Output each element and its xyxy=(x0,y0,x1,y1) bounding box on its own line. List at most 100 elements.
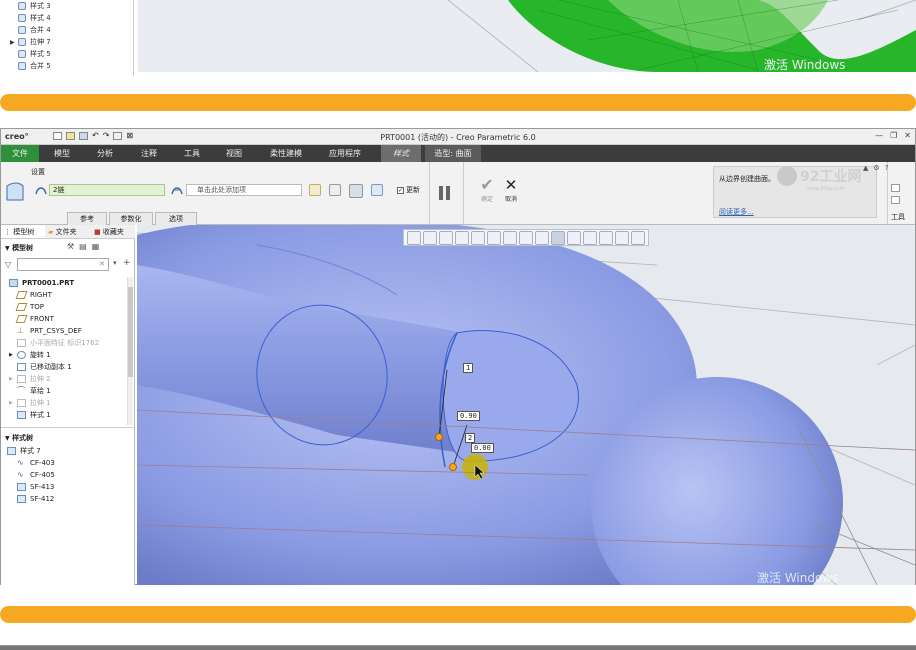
spin-center-icon[interactable] xyxy=(567,231,581,245)
dimension-label[interactable]: 0.90 xyxy=(457,411,480,421)
tree-item[interactable]: 样式 3 xyxy=(18,0,51,12)
view-manager-icon[interactable] xyxy=(519,231,533,245)
datum-display-icon[interactable] xyxy=(551,231,565,245)
dimension-label[interactable]: 0.00 xyxy=(471,443,494,453)
filter-icon[interactable]: ▽ xyxy=(5,260,11,269)
clear-icon[interactable]: ✕ xyxy=(99,260,105,268)
annotation-display-icon[interactable] xyxy=(583,231,597,245)
settings-icon[interactable]: ⚙ xyxy=(873,164,879,172)
extrude-icon xyxy=(16,399,26,407)
tree-item[interactable]: 样式 4 xyxy=(18,12,51,24)
tab-references[interactable]: 参考 xyxy=(67,212,107,225)
tree-search-input[interactable]: ✕ xyxy=(17,258,109,271)
tree-item[interactable]: FRONT xyxy=(15,313,54,325)
refit-icon[interactable] xyxy=(407,231,421,245)
tree-item-root[interactable]: PRT0001.PRT xyxy=(9,277,74,289)
tree-item[interactable]: ▶ 旋转 1 xyxy=(9,349,51,361)
tab-file[interactable]: 文件 xyxy=(1,145,39,162)
tree-item[interactable]: 已移动副本 1 xyxy=(17,361,72,373)
tab-flexible-modeling[interactable]: 柔性建模 xyxy=(257,145,315,162)
style-tree-item[interactable]: SF-412 xyxy=(17,493,54,505)
tree-item[interactable]: 合并 5 xyxy=(18,60,51,72)
tree-item[interactable]: ▶ 拉伸 7 xyxy=(10,36,51,48)
expand-ribbon-icon[interactable]: ▲ xyxy=(863,164,868,172)
section-icon[interactable] xyxy=(631,231,645,245)
cross-icon: ✕ xyxy=(504,176,518,194)
close-icon[interactable]: ✕ xyxy=(904,131,911,140)
ribbon-divider xyxy=(463,162,464,224)
tab-model-tree[interactable]: ⋮ 模型树 xyxy=(1,225,45,238)
tree-settings-icon[interactable]: ⚒ xyxy=(67,242,74,251)
ok-button[interactable]: ✔ 确定 xyxy=(475,176,499,204)
tab-annotate[interactable]: 注释 xyxy=(129,145,169,162)
tab-style-surface[interactable]: 造型: 曲面 xyxy=(425,145,481,162)
tree-item[interactable]: ▶ 拉伸 1 xyxy=(9,397,51,409)
tab-favorites[interactable]: ■ 收藏夹 xyxy=(91,225,135,238)
tab-model[interactable]: 模型 xyxy=(43,145,81,162)
tab-style[interactable]: 样式 xyxy=(381,145,421,162)
minimize-icon[interactable]: — xyxy=(875,131,883,140)
zoom-out-icon[interactable] xyxy=(439,231,453,245)
tool-icon[interactable] xyxy=(891,184,900,192)
dimension-label[interactable]: 2 xyxy=(465,433,476,443)
tool-icon[interactable] xyxy=(891,196,900,204)
tree-item[interactable]: 样式 1 xyxy=(17,409,51,421)
scrollbar-thumb[interactable] xyxy=(128,287,133,377)
view-normal-icon[interactable] xyxy=(471,231,485,245)
filter-view-icon[interactable] xyxy=(615,231,629,245)
show-icon[interactable]: ▤ xyxy=(79,242,87,251)
tab-options[interactable]: 选项 xyxy=(155,212,197,225)
tree-item[interactable]: RIGHT xyxy=(15,289,52,301)
ribbon-quick-icons: ▲ ⚙? xyxy=(863,164,888,172)
tree-scrollbar[interactable] xyxy=(127,277,133,425)
help-icon[interactable]: ? xyxy=(885,164,889,172)
columns-icon[interactable]: ▦ xyxy=(92,242,100,251)
style-tree-item[interactable]: SF-413 xyxy=(17,481,54,493)
repaint-icon[interactable] xyxy=(455,231,469,245)
expand-arrow-icon[interactable]: ▶ xyxy=(10,39,15,46)
surface-tool-icon[interactable] xyxy=(309,184,321,196)
tree-item[interactable]: 样式 5 xyxy=(18,48,51,60)
update-checkbox[interactable]: ✓ 更新 xyxy=(397,185,420,195)
grid-icon[interactable] xyxy=(599,231,613,245)
tree-item[interactable]: TOP xyxy=(15,301,44,313)
style-tree-item[interactable]: ∿ CF-403 xyxy=(17,457,55,469)
saved-views-icon[interactable] xyxy=(487,231,501,245)
style-tree-item[interactable]: ∿ CF-405 xyxy=(17,469,55,481)
previous-viewport[interactable]: 激活 Windows xyxy=(138,0,916,72)
preview-tool-icon[interactable] xyxy=(371,184,383,196)
curve-tool-icon[interactable] xyxy=(329,184,341,196)
expand-arrow-icon[interactable]: ▶ xyxy=(9,376,13,382)
tab-folder-browser[interactable]: ▰ 文件夹 xyxy=(45,225,91,238)
tab-analysis[interactable]: 分析 xyxy=(85,145,125,162)
cancel-button[interactable]: ✕ 取消 xyxy=(499,176,523,203)
tab-applications[interactable]: 应用程序 xyxy=(319,145,371,162)
read-more-link[interactable]: 阅读更多... xyxy=(719,207,754,217)
graphics-viewport[interactable]: 1 0.90 2 0.00 激活 Windows xyxy=(137,225,915,585)
zoom-in-icon[interactable] xyxy=(423,231,437,245)
tab-parametric[interactable]: 参数化 xyxy=(109,212,153,225)
add-item-field[interactable]: 单击此处添加项 xyxy=(186,184,302,196)
add-icon[interactable]: + xyxy=(123,258,131,268)
maximize-icon[interactable]: ❐ xyxy=(890,131,897,140)
pause-button[interactable] xyxy=(439,186,453,202)
tree-item[interactable]: ⊥ PRT_CSYS_DEF xyxy=(17,325,82,337)
tree-item[interactable]: 合并 4 xyxy=(18,24,51,36)
tab-view[interactable]: 视图 xyxy=(215,145,253,162)
checkbox-checked-icon[interactable]: ✓ xyxy=(397,186,404,194)
display-style-icon[interactable] xyxy=(503,231,517,245)
tree-item[interactable]: 小平面特征 标识1762 xyxy=(17,337,99,349)
collapse-icon[interactable]: ▼ xyxy=(5,245,10,252)
collapse-icon[interactable]: ▼ xyxy=(5,435,10,442)
tree-item[interactable]: ▶ 拉伸 2 xyxy=(9,373,51,385)
chain-field[interactable]: 2链 xyxy=(49,184,165,196)
perspective-icon[interactable] xyxy=(535,231,549,245)
dimension-label[interactable]: 1 xyxy=(463,363,474,373)
tree-item[interactable]: ⌒ 草绘 1 xyxy=(17,385,51,397)
tab-tools[interactable]: 工具 xyxy=(173,145,211,162)
dropdown-icon[interactable]: ▾ xyxy=(113,259,117,267)
style-tree-item[interactable]: 样式 7 xyxy=(7,445,41,457)
expand-arrow-icon[interactable]: ▶ xyxy=(9,400,13,406)
expand-arrow-icon[interactable]: ▶ xyxy=(9,352,13,358)
selected-tool-icon[interactable] xyxy=(349,184,363,198)
